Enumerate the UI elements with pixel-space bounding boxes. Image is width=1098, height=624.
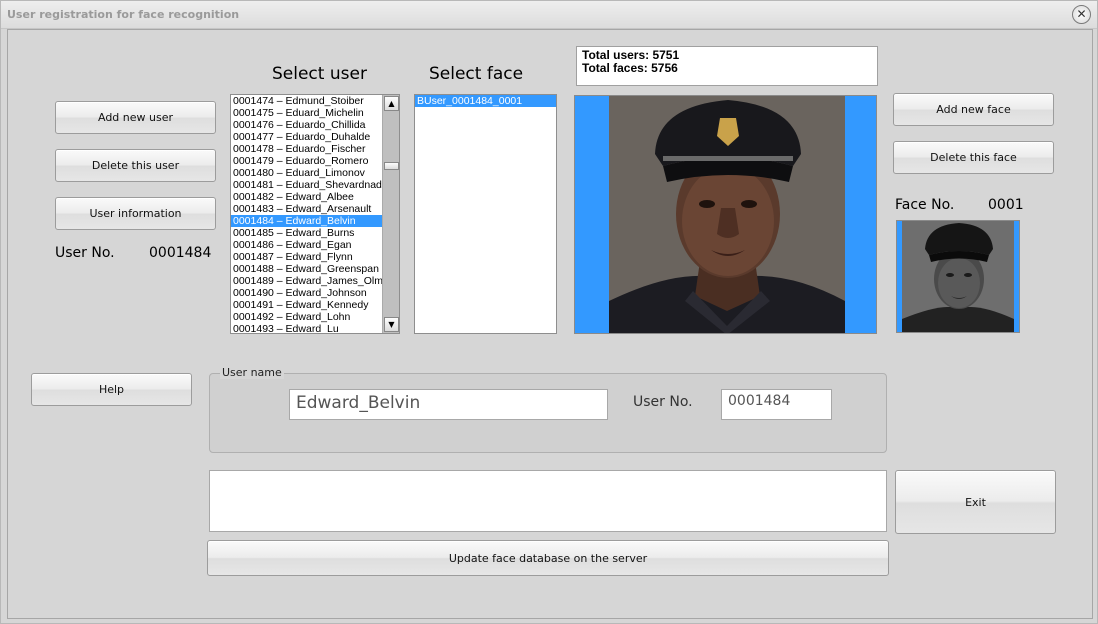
list-item[interactable]: BUser_0001484_0001 [415,95,556,107]
face-thumbnail-image [902,221,1014,332]
add-face-button[interactable]: Add new face [893,93,1054,126]
list-item[interactable]: 0001476 – Eduardo_Chillida [231,119,399,131]
add-user-button[interactable]: Add new user [55,101,216,134]
select-user-heading: Select user [272,64,367,84]
list-item[interactable]: 0001478 – Eduardo_Fischer [231,143,399,155]
group-user-no-field[interactable]: 0001484 [721,389,832,420]
list-item[interactable]: 0001481 – Eduard_Shevardnadze [231,179,399,191]
arrow-up-icon[interactable]: ▲ [384,96,399,111]
face-photo-image [609,96,845,333]
list-item[interactable]: 0001483 – Edward_Arsenault [231,203,399,215]
list-item[interactable]: 0001477 – Eduardo_Duhalde [231,131,399,143]
list-item[interactable]: 0001489 – Edward_James_Olmos [231,275,399,287]
face-no-value: 0001 [988,197,1024,213]
face-no-label: Face No. [895,197,955,213]
stats-box: Total users: 5751 Total faces: 5756 [576,46,878,86]
group-user-no-label: User No. [633,394,693,410]
list-item[interactable]: 0001486 – Edward_Egan [231,239,399,251]
delete-user-button[interactable]: Delete this user [55,149,216,182]
app-window: User registration for face recognition ✕… [0,0,1098,624]
exit-button[interactable]: Exit [895,470,1056,534]
user-name-field[interactable]: Edward_Belvin [289,389,608,420]
face-listbox[interactable]: BUser_0001484_0001 [414,94,557,334]
list-item[interactable]: 0001487 – Edward_Flynn [231,251,399,263]
list-item[interactable]: 0001491 – Edward_Kennedy [231,299,399,311]
message-box [209,470,887,532]
update-database-button[interactable]: Update face database on the server [207,540,889,576]
select-face-heading: Select face [429,64,524,84]
list-item[interactable]: 0001492 – Edward_Lohn [231,311,399,323]
user-list-items: 0001474 – Edmund_Stoiber 0001475 – Eduard… [231,95,399,333]
list-item[interactable]: 0001485 – Edward_Burns [231,227,399,239]
user-no-value: 0001484 [149,245,212,261]
list-item[interactable]: 0001490 – Edward_Johnson [231,287,399,299]
face-list-items: BUser_0001484_0001 [415,95,556,107]
help-button[interactable]: Help [31,373,192,406]
window-title: User registration for face recognition [7,8,240,21]
user-list-scrollbar[interactable]: ▲ ▼ [382,95,399,333]
user-information-button[interactable]: User information [55,197,216,230]
list-item[interactable]: 0001475 – Eduard_Michelin [231,107,399,119]
close-icon[interactable]: ✕ [1072,5,1091,24]
user-name-legend: User name [220,366,284,379]
face-photo [574,95,877,334]
user-no-label: User No. [55,245,115,261]
arrow-down-icon[interactable]: ▼ [384,317,399,332]
title-bar: User registration for face recognition ✕ [1,1,1097,29]
list-item[interactable]: 0001484 – Edward_Belvin [231,215,399,227]
client-area: Add new user Delete this user User infor… [7,29,1093,619]
list-item[interactable]: 0001480 – Eduard_Limonov [231,167,399,179]
delete-face-button[interactable]: Delete this face [893,141,1054,174]
scrollbar-thumb[interactable] [384,162,399,170]
list-item[interactable]: 0001474 – Edmund_Stoiber [231,95,399,107]
user-listbox[interactable]: 0001474 – Edmund_Stoiber 0001475 – Eduard… [230,94,400,334]
user-name-group: User name Edward_Belvin User No. 0001484 [209,366,887,453]
total-faces-text: Total faces: 5756 [582,61,678,75]
list-item[interactable]: 0001482 – Edward_Albee [231,191,399,203]
list-item[interactable]: 0001479 – Eduardo_Romero [231,155,399,167]
list-item[interactable]: 0001493 – Edward_Lu [231,323,399,333]
list-item[interactable]: 0001488 – Edward_Greenspan [231,263,399,275]
face-thumbnail [896,220,1020,333]
